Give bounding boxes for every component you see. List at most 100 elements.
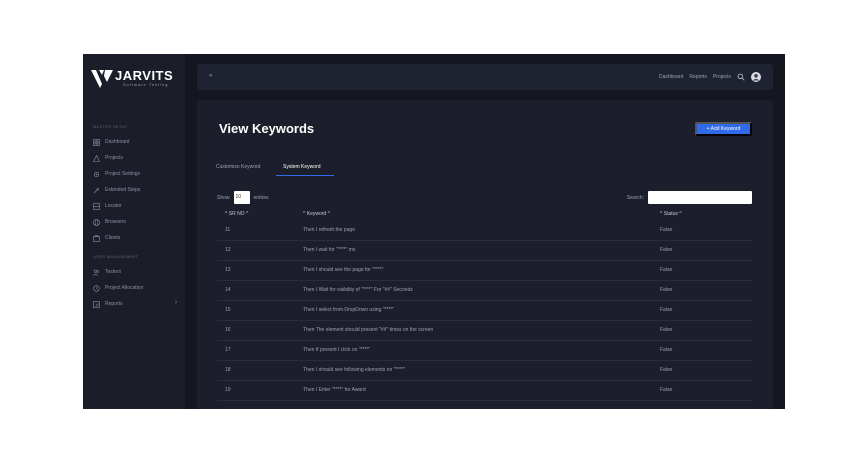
top-link-dashboard[interactable]: Dashboard: [659, 74, 683, 80]
logo[interactable]: JARVITS Software Testing: [91, 68, 173, 88]
sidebar-item-label: Dashboard: [105, 139, 130, 145]
cell-sr-no: 17: [217, 340, 303, 361]
page-title: View Keywords: [219, 121, 315, 136]
table-row[interactable]: 16 Then The element should present "##" t…: [217, 320, 752, 341]
cell-sr-no: 15: [217, 300, 303, 321]
cell-sr-no: 19: [217, 380, 303, 401]
sidebar-item-extended-steps[interactable]: Extended Steps: [93, 185, 177, 195]
cell-status: False: [660, 300, 752, 321]
sidebar-item-label: Projects: [105, 155, 124, 161]
search-input[interactable]: [648, 191, 752, 204]
section-label-user-management: USER MANAGEMENT: [93, 254, 139, 259]
table-row[interactable]: 14 Then I Wait for visibility of "****" F…: [217, 280, 752, 301]
add-keyword-button[interactable]: + Add Keyword: [695, 122, 752, 136]
cell-status: False: [660, 320, 752, 341]
globe-icon: [93, 218, 100, 226]
table-header-row: ^ SR NO ^ ^ Keyword ^ ^ Status ^: [217, 207, 752, 220]
cell-sr-no: 12: [217, 240, 303, 261]
keywords-table: ^ SR NO ^ ^ Keyword ^ ^ Status ^ 11 Then …: [217, 207, 752, 401]
table-row[interactable]: 12 Then I wait for "****" ms False: [217, 240, 752, 261]
cell-status: False: [660, 220, 752, 241]
sidebar-item-reports[interactable]: Reports ›: [93, 299, 177, 309]
tab-customize-keyword[interactable]: Customize Keyword: [216, 164, 260, 170]
top-link-reports[interactable]: Reports: [689, 74, 707, 80]
report-icon: [93, 300, 100, 308]
locator-icon: [93, 202, 100, 210]
active-tab-indicator: [276, 175, 334, 176]
cell-keyword: Then The element should present "##" tim…: [303, 320, 660, 341]
top-nav: Dashboard Reports Projects: [659, 70, 761, 84]
cell-keyword: Then I wait for "****" ms: [303, 240, 660, 261]
cell-keyword: Then I Wait for visibility of "****" For…: [303, 280, 660, 301]
section-label-master-setup: MASTER SETUP: [93, 124, 128, 129]
logo-mark-icon: [91, 70, 113, 88]
sidebar-item-locator[interactable]: Locator: [93, 201, 177, 211]
table-row[interactable]: 13 Then I should see the page for "****" F…: [217, 260, 752, 281]
cell-sr-no: 14: [217, 280, 303, 301]
grid-icon: [93, 138, 100, 146]
cell-status: False: [660, 340, 752, 361]
table-row[interactable]: 18 Then I should see following elements o…: [217, 360, 752, 381]
topbar: « Dashboard Reports Projects: [197, 64, 773, 90]
sidebar-item-label: Project Settings: [105, 171, 141, 177]
allocation-icon: [93, 284, 100, 292]
sidebar-item-label: Clients: [105, 235, 121, 241]
cell-keyword: Then I Enter "****" for Award: [303, 380, 660, 401]
user-icon: [752, 74, 760, 81]
sidebar: JARVITS Software Testing MASTER SETUP Da…: [83, 54, 185, 409]
cell-status: False: [660, 280, 752, 301]
logo-title: JARVITS: [115, 68, 174, 83]
cell-status: False: [660, 240, 752, 261]
table-search: Search:: [627, 191, 752, 204]
cell-keyword: Then If present I click on "****": [303, 340, 660, 361]
sidebar-item-project-allocation[interactable]: Project Allocation: [93, 283, 177, 293]
entries-select-value: 10: [235, 194, 242, 200]
table-row[interactable]: 15 Then I select from DropDown using "***…: [217, 300, 752, 321]
avatar[interactable]: [751, 72, 761, 82]
sidebar-item-label: Locator: [105, 203, 122, 209]
sidebar-item-label: Extended Steps: [105, 187, 141, 193]
search-icon[interactable]: [737, 73, 745, 81]
table-row[interactable]: 19 Then I Enter "****" for Award False: [217, 380, 752, 401]
main-panel: View Keywords + Add Keyword Customize Ke…: [197, 100, 773, 409]
table-row[interactable]: 11 Then I refresh the page False: [217, 220, 752, 241]
cell-sr-no: 16: [217, 320, 303, 341]
wrench-icon: [93, 187, 100, 194]
sidebar-item-dashboard[interactable]: Dashboard: [93, 137, 177, 147]
users-icon: [93, 269, 100, 276]
sidebar-item-browsers[interactable]: Browsers: [93, 217, 177, 227]
tab-system-keyword[interactable]: System Keyword: [283, 164, 321, 170]
column-header-keyword[interactable]: ^ Keyword ^: [303, 207, 660, 220]
top-link-projects[interactable]: Projects: [713, 74, 731, 80]
show-label: Show: [217, 194, 230, 201]
sidebar-item-project-settings[interactable]: Project Settings: [93, 169, 177, 179]
app-window: JARVITS Software Testing MASTER SETUP Da…: [83, 54, 785, 409]
cell-keyword: Then I should see following elements on …: [303, 360, 660, 381]
cell-status: False: [660, 360, 752, 381]
triangle-icon: [93, 154, 100, 162]
gear-icon: [93, 171, 100, 178]
sidebar-item-testers[interactable]: Testers: [93, 267, 177, 277]
entries-label: entries: [253, 194, 269, 201]
cell-keyword: Then I select from DropDown using "****": [303, 300, 660, 321]
sidebar-item-clients[interactable]: Clients: [93, 233, 177, 243]
logo-subtitle: Software Testing: [123, 82, 169, 87]
search-label: Search:: [626, 194, 644, 201]
chevron-right-icon: ›: [175, 300, 177, 306]
cell-sr-no: 11: [217, 220, 303, 241]
table-row[interactable]: 17 Then If present I click on "****" False: [217, 340, 752, 361]
column-header-status[interactable]: ^ Status ^: [660, 207, 752, 220]
cell-sr-no: 13: [217, 260, 303, 281]
sidebar-item-label: Project Allocation: [105, 285, 144, 291]
entries-select[interactable]: 10: [233, 191, 250, 204]
collapse-sidebar-button[interactable]: «: [209, 73, 212, 79]
cell-status: False: [660, 380, 752, 401]
column-header-sr-no[interactable]: ^ SR NO ^: [217, 207, 303, 220]
sidebar-item-label: Browsers: [105, 219, 126, 225]
cell-keyword: Then I should see the page for "****": [303, 260, 660, 281]
cell-sr-no: 18: [217, 360, 303, 381]
entries-length-control: Show 10 entries: [217, 191, 269, 204]
cell-keyword: Then I refresh the page: [303, 220, 660, 241]
sidebar-item-projects[interactable]: Projects: [93, 153, 177, 163]
cell-status: False: [660, 260, 752, 281]
